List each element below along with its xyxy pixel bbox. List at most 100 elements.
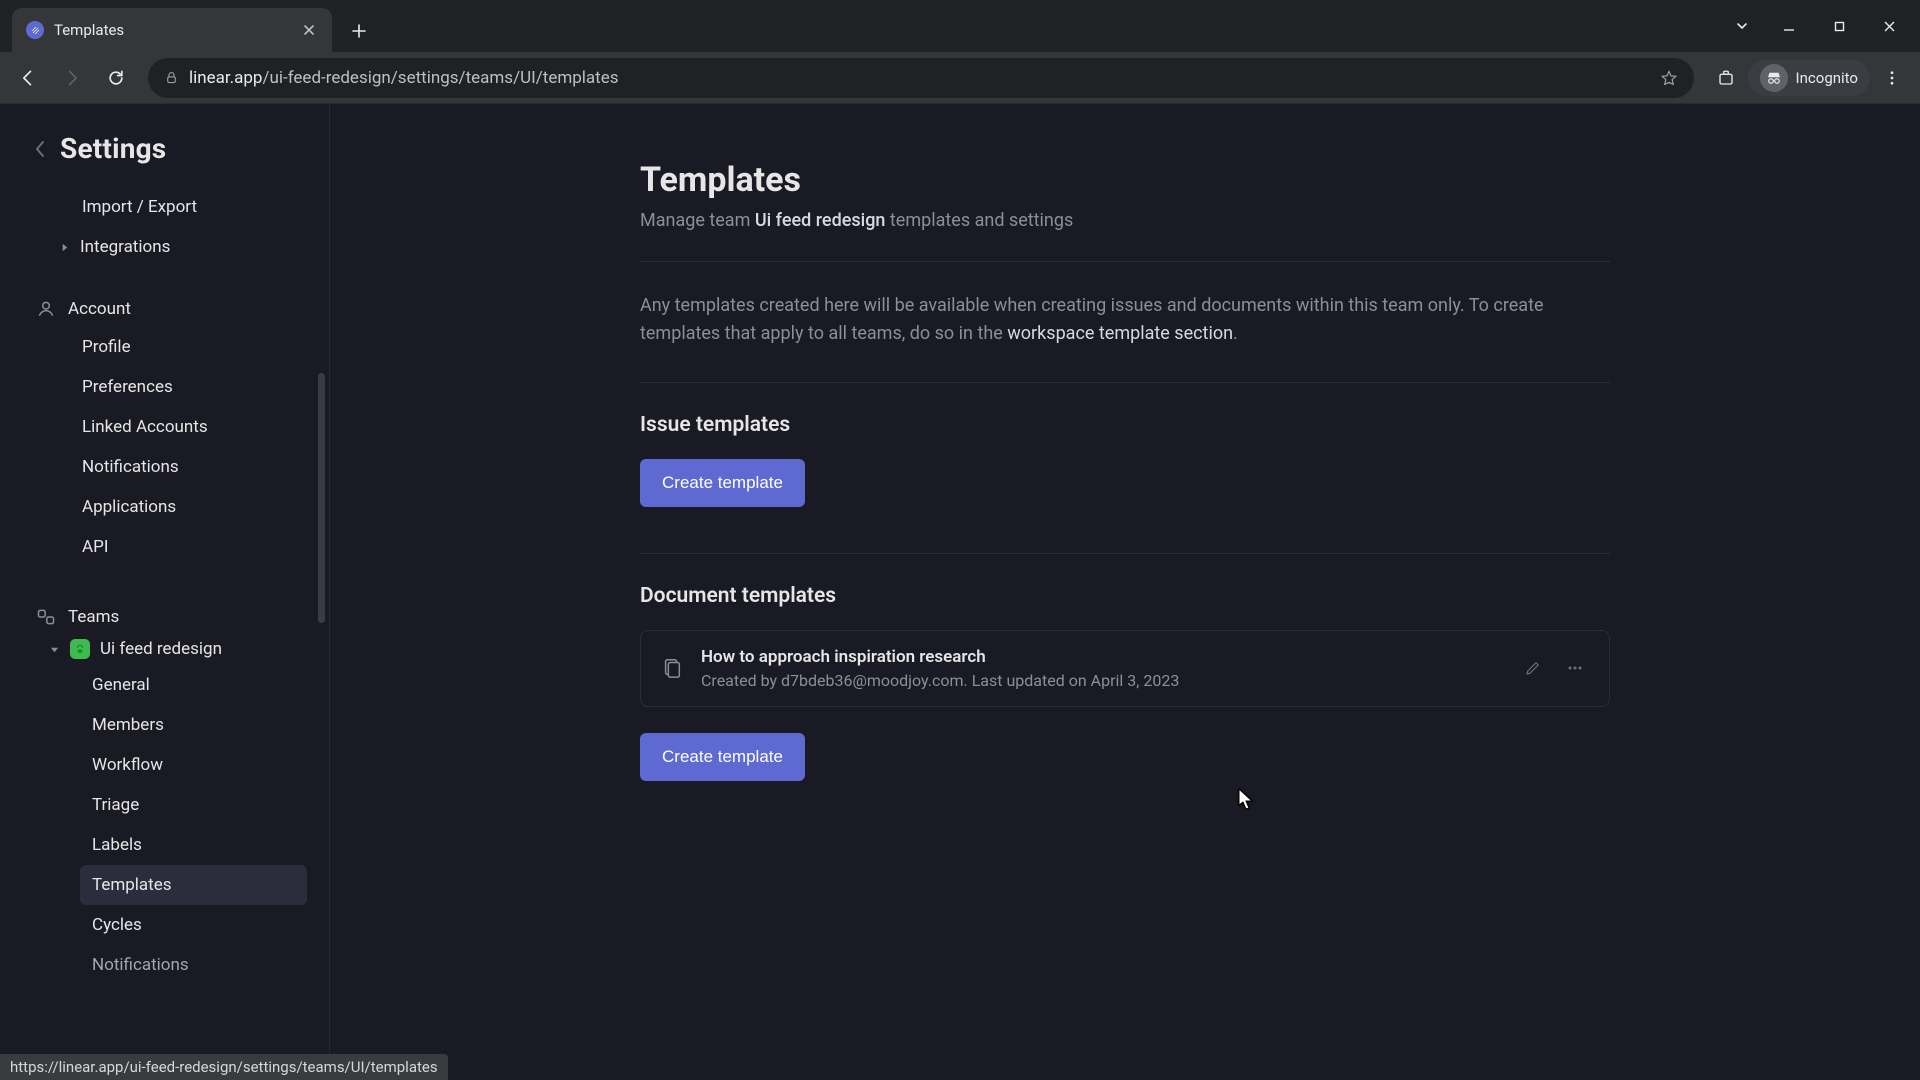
window-minimize-button[interactable] [1766,6,1812,46]
browser-tab-title: Templates [54,21,290,39]
sidebar-item-profile[interactable]: Profile [70,327,303,367]
extensions-button[interactable] [1708,60,1744,96]
url-path: /ui-feed-redesign/settings/teams/UI/temp… [262,68,618,88]
section-heading: Teams [68,607,119,627]
settings-title: Settings [60,132,166,165]
sidebar-item-integrations[interactable]: Integrations [46,227,303,267]
sidebar-team-items: General Members Workflow Triage Labels T… [0,665,329,985]
bookmark-icon[interactable] [1660,69,1678,87]
divider [640,553,1610,554]
issue-templates-heading: Issue templates [640,413,1610,437]
sidebar-item-team-notifications[interactable]: Notifications [80,945,307,985]
sidebar-item-label: API [82,537,108,557]
sidebar-item-templates[interactable]: Templates [80,865,307,905]
sidebar-top-nav: Import / Export Integrations [0,183,329,279]
sidebar-item-applications[interactable]: Applications [70,487,303,527]
new-tab-button[interactable] [342,14,376,48]
sidebar-item-general[interactable]: General [80,665,307,705]
divider [640,261,1610,262]
sidebar-scrollbar[interactable] [318,373,325,623]
sidebar-item-label: Labels [92,835,142,855]
account-icon [36,299,56,319]
sidebar-item-label: Workflow [92,755,163,775]
app-root: Settings Import / Export Integrations [0,104,1920,1080]
chevron-right-icon [58,243,70,252]
document-template-meta: How to approach inspiration research Cre… [701,647,1501,690]
sidebar-item-workflow[interactable]: Workflow [80,745,307,785]
browser-reload-button[interactable] [98,60,134,96]
teams-icon [36,607,56,627]
settings-sidebar: Settings Import / Export Integrations [0,104,330,1080]
workspace-template-link[interactable]: workspace template section [1007,323,1233,344]
browser-window: Templates [0,0,1920,1080]
team-badge-icon [70,639,90,659]
sidebar-item-label: Integrations [80,237,170,257]
sidebar-item-label: Notifications [92,955,189,975]
sidebar-item-label: Profile [82,337,131,357]
document-template-title: How to approach inspiration research [701,647,1501,667]
document-templates-heading: Document templates [640,584,1610,608]
incognito-label: Incognito [1796,69,1858,87]
browser-menu-button[interactable] [1874,60,1910,96]
page-subtitle: Manage team Ui feed redesign templates a… [640,210,1610,231]
sidebar-item-label: Templates [92,875,172,895]
window-close-button[interactable] [1866,6,1912,46]
sidebar-item-label: Applications [82,497,176,517]
subtitle-team: Ui feed redesign [755,210,886,231]
browser-toolbar: linear.app/ui-feed-redesign/settings/tea… [0,52,1920,104]
browser-tabbar: Templates [0,0,1920,52]
section-heading: Account [68,299,131,319]
sidebar-item-notifications[interactable]: Notifications [70,447,303,487]
sidebar-account-items: Profile Preferences Linked Accounts Noti… [0,327,329,579]
sidebar-item-cycles[interactable]: Cycles [80,905,307,945]
page-title: Templates [640,160,1610,200]
incognito-indicator[interactable]: Incognito [1748,60,1870,96]
edit-icon[interactable] [1519,654,1547,682]
sidebar-item-preferences[interactable]: Preferences [70,367,303,407]
tab-close-icon[interactable] [300,21,318,39]
sidebar-team-row[interactable]: Ui feed redesign [0,635,329,665]
sidebar-header: Settings [0,104,329,183]
templates-page: Templates Manage team Ui feed redesign t… [640,104,1610,841]
browser-forward-button[interactable] [54,60,90,96]
doc-sub-date: April 3, 2023 [1091,671,1180,690]
create-document-template-button[interactable]: Create template [640,733,805,781]
desc-end: . [1233,323,1238,344]
sidebar-item-api[interactable]: API [70,527,303,567]
doc-sub-mid: . Last updated on [964,671,1091,690]
sidebar-item-label: General [92,675,150,695]
create-issue-template-button[interactable]: Create template [640,459,805,507]
lock-icon [164,70,179,85]
settings-main: Templates Manage team Ui feed redesign t… [330,104,1920,1080]
desc-line1: Any templates created here will be avail… [640,295,1469,316]
sidebar-section-account: Account [0,279,329,327]
document-template-actions [1519,654,1589,682]
back-caret-icon[interactable] [34,140,46,158]
subtitle-post: templates and settings [885,210,1073,231]
sidebar-item-label: Notifications [82,457,179,477]
window-maximize-button[interactable] [1816,6,1862,46]
document-template-row[interactable]: How to approach inspiration research Cre… [640,630,1610,707]
browser-statusbar: https://linear.app/ui-feed-redesign/sett… [0,1054,448,1080]
document-template-subtitle: Created by d7bdeb36@moodjoy.com. Last up… [701,671,1501,690]
document-icon [661,657,683,679]
sidebar-item-label: Linked Accounts [82,417,208,437]
sidebar-item-import-export[interactable]: Import / Export [70,187,303,227]
url-text: linear.app/ui-feed-redesign/settings/tea… [189,68,1650,88]
sidebar-item-label: Members [92,715,164,735]
doc-sub-prefix: Created by [701,671,781,690]
sidebar-item-members[interactable]: Members [80,705,307,745]
more-icon[interactable] [1561,654,1589,682]
linear-favicon [26,21,44,39]
doc-sub-email: d7bdeb36@moodjoy.com [781,671,963,690]
sidebar-item-triage[interactable]: Triage [80,785,307,825]
browser-tab-active[interactable]: Templates [12,8,332,52]
sidebar-item-linked-accounts[interactable]: Linked Accounts [70,407,303,447]
sidebar-section-teams: Teams [0,579,329,635]
browser-urlbar[interactable]: linear.app/ui-feed-redesign/settings/tea… [148,58,1694,98]
sidebar-item-labels[interactable]: Labels [80,825,307,865]
tab-search-button[interactable] [1722,6,1762,46]
sidebar-item-label: Import / Export [82,197,197,217]
browser-back-button[interactable] [10,60,46,96]
sidebar-item-label: Triage [92,795,139,815]
